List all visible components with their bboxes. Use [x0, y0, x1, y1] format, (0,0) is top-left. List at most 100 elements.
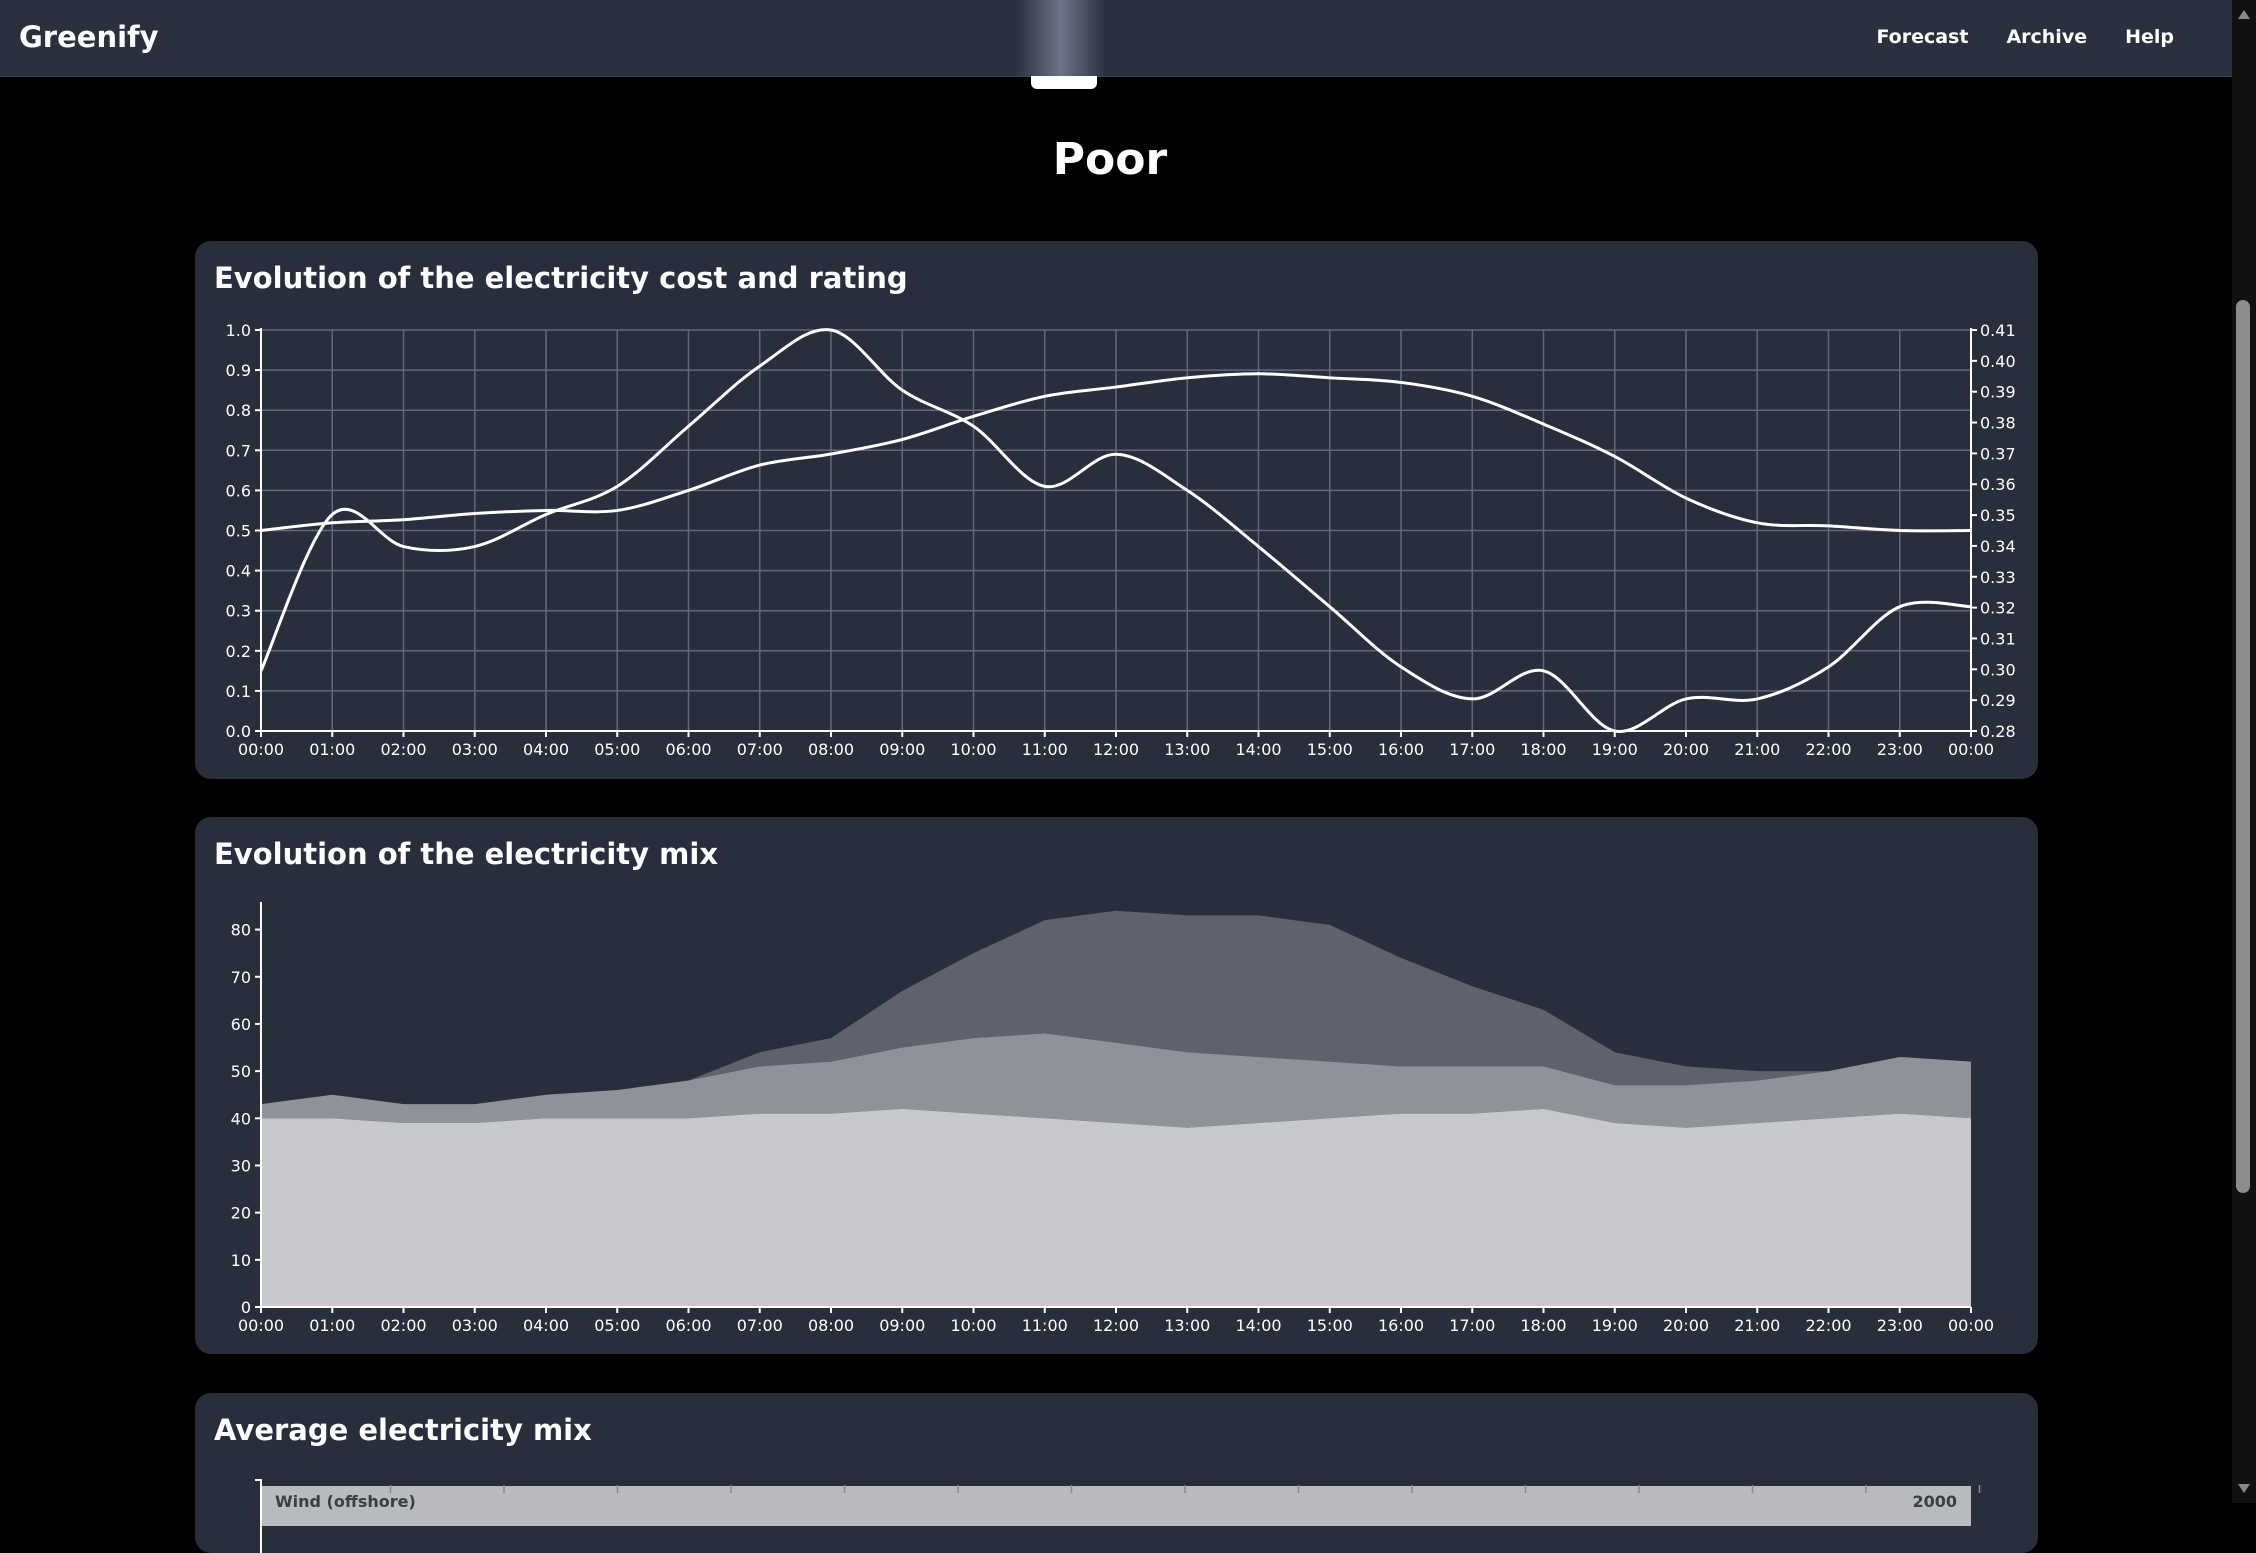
y-right-tick-label: 0.30 — [1980, 660, 2016, 679]
x-tick-label: 10:00 — [950, 740, 996, 759]
grid-lines — [260, 329, 1972, 732]
x-tick-label: 03:00 — [452, 740, 498, 759]
x-tick-label: 10:00 — [950, 1316, 996, 1335]
y-left-tick-label: 0.0 — [226, 722, 251, 741]
x-tick-label: 15:00 — [1307, 1316, 1353, 1335]
y-right-tick-label: 0.33 — [1980, 568, 2016, 587]
y-tick-label: 70 — [231, 968, 251, 987]
scrollbar-thumb[interactable] — [2236, 300, 2250, 1193]
y-tick-label: 50 — [231, 1062, 251, 1081]
x-tick-label: 13:00 — [1164, 1316, 1210, 1335]
x-tick-label: 02:00 — [380, 740, 426, 759]
x-tick-label: 13:00 — [1164, 740, 1210, 759]
x-tick-label: 21:00 — [1734, 740, 1780, 759]
x-tick-label: 20:00 — [1663, 740, 1709, 759]
nav-help-link[interactable]: Help — [2125, 26, 2174, 48]
y-tick-label: 40 — [231, 1109, 251, 1128]
average-mix-chart: Wind (offshore) 2000 — [255, 1479, 1981, 1553]
y-right-tick-label: 0.32 — [1980, 599, 2016, 618]
main-nav: Forecast Archive Help — [1876, 26, 2174, 48]
x-tick-label: 23:00 — [1877, 740, 1923, 759]
y-left-tick-label: 0.2 — [226, 642, 251, 661]
y-left-tick-label: 0.6 — [226, 481, 251, 500]
y-left-tick-label: 0.5 — [226, 522, 251, 541]
y-left-tick-label: 0.8 — [226, 401, 251, 420]
electricity-mix-card: Evolution of the electricity mix 0 10 20 30… — [195, 817, 2038, 1354]
x-tick-label: 22:00 — [1805, 1316, 1851, 1335]
x-tick-label: 15:00 — [1307, 740, 1353, 759]
y-tick-label: 30 — [231, 1156, 251, 1175]
x-tick-label: 09:00 — [879, 740, 925, 759]
x-tick-label: 22:00 — [1805, 740, 1851, 759]
x-tick-label: 04:00 — [523, 740, 569, 759]
x-tick-label: 16:00 — [1378, 1316, 1424, 1335]
x-tick-label: 17:00 — [1449, 1316, 1495, 1335]
x-tick-label: 06:00 — [665, 740, 711, 759]
x-tick-label: 21:00 — [1734, 1316, 1780, 1335]
x-tick-label: 11:00 — [1022, 1316, 1068, 1335]
x-tick-label: 03:00 — [452, 1316, 498, 1335]
x-tick-label: 06:00 — [665, 1316, 711, 1335]
rating-title: Poor — [1052, 134, 1168, 185]
x-tick-label: 00:00 — [1948, 1316, 1994, 1335]
x-tick-label: 01:00 — [309, 1316, 355, 1335]
x-tick-label: 08:00 — [808, 1316, 854, 1335]
average-mix-card: Average electricity mix Wind (offshore) 2… — [195, 1393, 2038, 1553]
x-tick-label: 07:00 — [737, 740, 783, 759]
average-mix-bar-value: 2000 — [1912, 1492, 1957, 1511]
average-mix-bar-label: Wind (offshore) — [275, 1492, 416, 1511]
brand-logo[interactable]: Greenify — [19, 20, 159, 54]
x-tick-label: 23:00 — [1877, 1316, 1923, 1335]
y-left-tick-label: 0.9 — [226, 361, 251, 380]
x-tick-label: 16:00 — [1378, 740, 1424, 759]
x-tick-label: 09:00 — [879, 1316, 925, 1335]
nav-archive-link[interactable]: Archive — [2006, 26, 2087, 48]
y-right-tick-label: 0.38 — [1980, 414, 2016, 433]
x-tick-label: 02:00 — [380, 1316, 426, 1335]
y-left-tick-label: 0.7 — [226, 441, 251, 460]
y-tick-label: 10 — [231, 1251, 251, 1270]
y-left-tick-label: 1.0 — [226, 321, 251, 340]
y-right-tick-label: 0.40 — [1980, 352, 2016, 371]
x-tick-label: 19:00 — [1592, 740, 1638, 759]
y-right-tick-label: 0.29 — [1980, 691, 2016, 710]
x-tick-label: 04:00 — [523, 1316, 569, 1335]
x-tick-label: 18:00 — [1520, 740, 1566, 759]
y-right-tick-label: 0.39 — [1980, 383, 2016, 402]
x-tick-label: 17:00 — [1449, 740, 1495, 759]
x-tick-label: 00:00 — [238, 740, 284, 759]
cost-rating-card: Evolution of the electricity cost and ra… — [195, 241, 2038, 779]
x-tick-label: 08:00 — [808, 740, 854, 759]
y-right-tick-label: 0.36 — [1980, 475, 2016, 494]
y-tick-label: 20 — [231, 1204, 251, 1223]
x-tick-label: 12:00 — [1093, 740, 1139, 759]
y-right-tick-label: 0.34 — [1980, 537, 2016, 556]
y-right-tick-label: 0.31 — [1980, 629, 2016, 648]
x-tick-label: 14:00 — [1235, 1316, 1281, 1335]
y-right-tick-label: 0.41 — [1980, 321, 2016, 340]
x-tick-label: 18:00 — [1520, 1316, 1566, 1335]
x-tick-label: 00:00 — [238, 1316, 284, 1335]
x-tick-label: 12:00 — [1093, 1316, 1139, 1335]
scroll-down-icon[interactable] — [2238, 1484, 2250, 1493]
y-left-tick-label: 0.3 — [226, 602, 251, 621]
y-right-tick-label: 0.37 — [1980, 444, 2016, 463]
y-left-tick-label: 0.1 — [226, 682, 251, 701]
x-tick-label: 20:00 — [1663, 1316, 1709, 1335]
x-tick-label: 01:00 — [309, 740, 355, 759]
x-tick-label: 19:00 — [1592, 1316, 1638, 1335]
x-tick-label: 00:00 — [1948, 740, 1994, 759]
page-scrollbar[interactable] — [2232, 0, 2256, 1503]
x-tick-label: 05:00 — [594, 1316, 640, 1335]
x-tick-label: 05:00 — [594, 740, 640, 759]
electricity-mix-chart: 0 10 20 30 40 50 60 70 80 00:00 01:00 02:00 03:00 04:… — [231, 902, 1994, 1335]
scroll-up-icon[interactable] — [2238, 10, 2250, 19]
y-tick-label: 0 — [241, 1298, 251, 1317]
cost-rating-chart: 0.0 0.1 0.2 0.3 0.4 0.5 0.6 0.7 0.8 0.9 1.0 0.28 0.2… — [226, 321, 2016, 759]
y-right-tick-label: 0.35 — [1980, 506, 2016, 525]
mix-area-base — [261, 1108, 1971, 1307]
nav-forecast-link[interactable]: Forecast — [1876, 26, 1968, 48]
y-tick-label: 60 — [231, 1015, 251, 1034]
x-tick-label: 14:00 — [1235, 740, 1281, 759]
tab-handle[interactable] — [1031, 76, 1097, 89]
